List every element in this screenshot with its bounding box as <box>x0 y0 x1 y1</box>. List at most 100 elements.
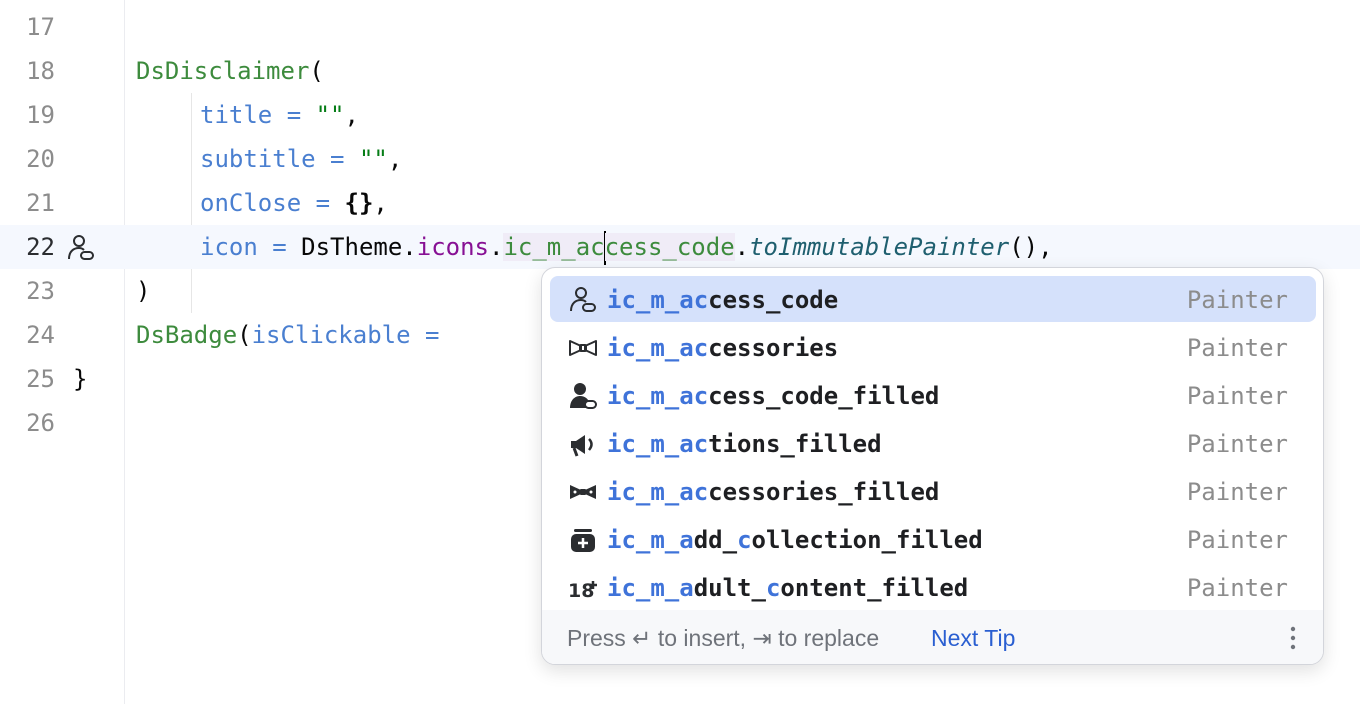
line-number: 26 <box>26 409 55 437</box>
completion-item-name: ic_m_access_code_filled <box>607 372 939 420</box>
match-highlight: ic_m_a <box>607 574 694 602</box>
code-token: ( <box>237 321 252 349</box>
completion-item-name: ic_m_add_collection_filled <box>607 516 983 564</box>
code-token: isClickable <box>251 321 411 349</box>
completion-popup: ic_m_access_code Painter ic_m_accessories P… <box>541 267 1324 665</box>
code-text: DsBadge(isClickable = <box>136 313 454 357</box>
person-link-icon <box>570 287 596 312</box>
line-number: 22 <box>26 233 55 261</box>
name-part: tions_filled <box>708 430 882 458</box>
svg-text:18: 18 <box>568 580 594 602</box>
code-text: } <box>73 357 87 401</box>
completion-item-type: Painter <box>1186 574 1288 602</box>
code-line[interactable]: 22 icon = DsTheme.icons.ic_m_access_code.… <box>0 225 1360 269</box>
name-part: cessories <box>708 334 839 362</box>
more-options-icon[interactable] <box>1289 625 1297 651</box>
code-text: icon = DsTheme.icons.ic_m_access_code.to… <box>200 225 1053 269</box>
code-token: = <box>257 233 302 261</box>
line-number: 24 <box>26 321 55 349</box>
line-number: 23 <box>26 277 55 305</box>
completion-item[interactable]: ic_m_access_code_filled Painter <box>550 372 1316 418</box>
code-token: ) <box>136 277 151 305</box>
name-part: cess_code <box>708 286 839 314</box>
completion-item-type: Painter <box>1186 286 1288 314</box>
code-token: icon <box>200 233 258 261</box>
code-token: subtitle <box>200 145 316 173</box>
name-part: dult_ <box>693 574 766 602</box>
code-token: . <box>734 233 750 261</box>
code-text: ) <box>136 269 150 313</box>
person-link-icon[interactable] <box>66 233 96 263</box>
code-token: DsTheme. <box>301 233 417 261</box>
completion-footer: Press ↵ to insert, ⇥ to replace Next Tip <box>542 610 1323 664</box>
collection-add-icon <box>571 529 595 552</box>
match-highlight: ic_m_ac <box>607 478 709 506</box>
match-highlight: ic_m_a <box>607 526 694 554</box>
code-token: title <box>200 101 273 129</box>
match-highlight: ic_m_ac <box>607 430 709 458</box>
code-token: ic_m_ac <box>503 233 605 261</box>
code-line[interactable]: 17 <box>0 5 1360 49</box>
code-token: , <box>387 145 403 173</box>
code-line[interactable]: 20 subtitle = "", <box>0 137 1360 181</box>
code-token: ( <box>309 57 324 85</box>
code-token: "" <box>315 101 345 129</box>
code-line[interactable]: 18 DsDisclaimer( <box>0 49 1360 93</box>
completion-item-name: ic_m_access_code <box>607 276 838 324</box>
match-highlight: ic_m_ac <box>607 382 709 410</box>
code-token: , <box>373 189 388 217</box>
code-token: DsBadge <box>136 321 238 349</box>
match-highlight: ic_m_ac <box>607 334 709 362</box>
bow-tie-filled-icon <box>570 485 596 499</box>
code-token: toImmutablePainter <box>749 233 1010 261</box>
person-filled-icon <box>570 383 597 409</box>
code-token: = <box>315 145 359 173</box>
name-part: cessories_filled <box>708 478 940 506</box>
code-token: {} <box>344 189 374 217</box>
line-number: 20 <box>26 145 55 173</box>
completion-item[interactable]: ic_m_add_collection_filled Painter <box>550 516 1316 562</box>
code-text: subtitle = "", <box>200 137 402 181</box>
match-highlight: ic_m_ac <box>607 286 709 314</box>
completion-item-name: ic_m_accessories_filled <box>607 468 939 516</box>
code-token: } <box>73 365 88 393</box>
code-token: icons <box>416 233 489 261</box>
completion-item-type: Painter <box>1186 334 1288 362</box>
code-token: (), <box>1009 233 1053 261</box>
completion-item-name: ic_m_actions_filled <box>607 420 882 468</box>
name-part: cess_code_filled <box>708 382 940 410</box>
code-token: = <box>301 189 345 217</box>
code-token: onClose <box>200 189 302 217</box>
name-part: ollection_filled <box>751 526 983 554</box>
next-tip-link[interactable]: Next Tip <box>931 610 1015 664</box>
code-token: DsDisclaimer <box>136 57 310 85</box>
code-token: . <box>489 233 504 261</box>
completion-item[interactable]: ic_m_accessories_filled Painter <box>550 468 1316 514</box>
name-part: dd_ <box>693 526 738 554</box>
adult-18-icon: 18 <box>568 580 597 602</box>
code-line[interactable]: 19 title = "", <box>0 93 1360 137</box>
megaphone-icon <box>571 435 593 457</box>
line-number: 25 <box>26 365 55 393</box>
insert-hint: Press ↵ to insert, ⇥ to replace <box>567 625 880 651</box>
completion-item-type: Painter <box>1186 478 1288 506</box>
match-highlight: c <box>737 526 752 554</box>
match-highlight: c <box>765 574 781 602</box>
line-number: 17 <box>26 13 55 41</box>
line-number: 19 <box>26 101 55 129</box>
completion-item-type: Painter <box>1186 526 1288 554</box>
code-line[interactable]: 21 onClose = {}, <box>0 181 1360 225</box>
bow-tie-icon <box>569 340 597 356</box>
code-text: title = "", <box>200 93 359 137</box>
completion-item[interactable]: 18 ic_m_adult_content_filled Painter <box>550 564 1316 610</box>
code-text: DsDisclaimer( <box>136 49 324 93</box>
code-token: "" <box>358 145 388 173</box>
completion-item[interactable]: ic_m_access_code Painter <box>550 276 1316 322</box>
line-number: 18 <box>26 57 55 85</box>
code-token: = <box>410 321 454 349</box>
code-token: cess_code <box>604 233 735 261</box>
completion-item[interactable]: ic_m_actions_filled Painter <box>550 420 1316 466</box>
completion-item[interactable]: ic_m_accessories Painter <box>550 324 1316 370</box>
completion-item-type: Painter <box>1186 430 1288 458</box>
completion-item-type: Painter <box>1186 382 1288 410</box>
